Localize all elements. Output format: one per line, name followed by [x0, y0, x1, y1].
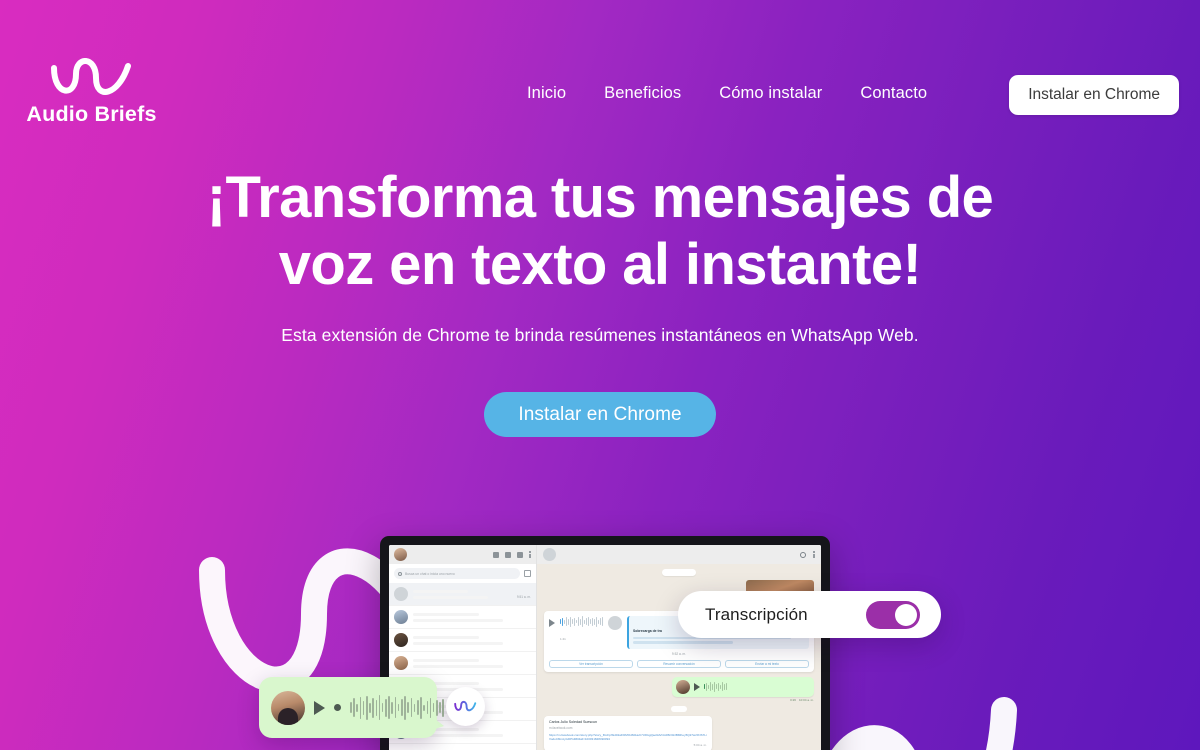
brand-logo[interactable]: Audio Briefs: [26, 58, 157, 127]
page-title-line-2: voz en texto al instante!: [278, 232, 922, 298]
transcription-action-buttons: Ver transcripción Resumir conversación E…: [549, 659, 809, 668]
chat-preview: [413, 589, 512, 599]
list-item[interactable]: [389, 629, 536, 652]
whatsapp-sidebar-header: [389, 545, 536, 564]
quoted-summary-title: Sobrecarga de tra: [633, 629, 662, 633]
status-icon[interactable]: [505, 551, 511, 558]
main-nav: Inicio Beneficios Cómo instalar Contacto: [527, 84, 927, 103]
play-icon[interactable]: [314, 700, 325, 715]
brand-name: Audio Briefs: [26, 102, 157, 126]
list-item[interactable]: [389, 606, 536, 629]
hero-subtitle: Esta extensión de Chrome te brinda resúm…: [281, 324, 919, 345]
avatar: [676, 679, 690, 694]
laptop-mockup: Busca un chat o inicia uno nuevo 9:51 a.…: [380, 536, 830, 750]
play-icon[interactable]: [694, 682, 700, 691]
site-header: Audio Briefs Inicio Beneficios Cómo inst…: [0, 0, 1200, 190]
avatar: [394, 610, 408, 624]
chat-meta: 9:51 a. m.: [517, 585, 531, 603]
chat-preview: [413, 635, 531, 645]
message-timestamp: 5:04 a. m.: [693, 743, 707, 748]
link-preview-card[interactable]: Carlos Julio Soledad Suescun m.facebook.…: [544, 715, 712, 750]
audio-wave-icon: [454, 700, 477, 712]
logo-badge: [446, 687, 485, 726]
audio-waveform-icon: [350, 695, 445, 721]
audio-player[interactable]: 1:41: [560, 616, 603, 645]
nav-item-inicio[interactable]: Inicio: [527, 84, 566, 103]
date-separator: [671, 705, 687, 712]
channels-icon[interactable]: [517, 551, 523, 558]
avatar: [271, 690, 305, 725]
avatar[interactable]: [543, 548, 556, 561]
avatar: [394, 656, 408, 670]
nav-item-como-instalar[interactable]: Cómo instalar: [719, 84, 822, 103]
avatar: [608, 616, 622, 630]
avatar: [394, 633, 408, 647]
playhead-handle[interactable]: [334, 704, 341, 711]
avatar: [394, 587, 408, 601]
link-url: https://m.facebook.com/story.php?story_f…: [549, 732, 707, 742]
audio-duration: 1:41: [560, 637, 566, 641]
overflow-menu-icon[interactable]: [813, 551, 815, 558]
message-timestamp: 10:04 a. m.: [798, 697, 814, 702]
search-icon[interactable]: [800, 551, 806, 558]
action-button-ver-transcripcion[interactable]: Ver transcripción: [549, 659, 633, 668]
whatsapp-chat-header: [537, 545, 821, 564]
sidebar-icon-group: [493, 551, 531, 558]
audio-waveform-icon: [704, 681, 727, 692]
action-button-enviar-texto[interactable]: Enviar a mi texto: [725, 659, 809, 668]
list-item[interactable]: [389, 652, 536, 675]
chat-timestamp: 9:51 a. m.: [516, 595, 531, 599]
search-icon: [398, 571, 402, 576]
transcription-label: Transcripción: [705, 604, 808, 624]
whatsapp-chat-pane: 9:09 p. m.: [537, 545, 821, 750]
chat-preview: [413, 612, 531, 622]
message-timestamp: 9:52 a. m.: [671, 651, 687, 656]
outgoing-voice-message[interactable]: [672, 676, 814, 697]
nav-item-contacto[interactable]: Contacto: [860, 84, 927, 103]
transcription-card: Transcripción: [678, 591, 941, 638]
hero-install-button[interactable]: Instalar en Chrome: [484, 391, 716, 437]
whatsapp-search-row: Busca un chat o inicia uno nuevo: [389, 564, 536, 583]
filter-icon[interactable]: [524, 570, 531, 577]
chat-header-icon-group: [800, 551, 815, 558]
header-install-button[interactable]: Instalar en Chrome: [1009, 75, 1179, 115]
link-domain: m.facebook.com: [549, 725, 573, 730]
chat-preview: [413, 658, 531, 668]
floating-voice-message-bubble: [259, 677, 445, 738]
list-item[interactable]: 9:51 a. m.: [389, 583, 536, 606]
audio-wave-icon: [50, 58, 131, 95]
link-title: Carlos Julio Soledad Suescun: [549, 719, 597, 724]
transcription-toggle[interactable]: [866, 600, 920, 629]
overflow-menu-icon[interactable]: [529, 551, 531, 558]
hero-section: Audio Briefs Inicio Beneficios Cómo inst…: [0, 0, 1200, 750]
nav-item-beneficios[interactable]: Beneficios: [604, 84, 681, 103]
avatar[interactable]: [394, 548, 407, 561]
search-input[interactable]: Busca un chat o inicia uno nuevo: [394, 568, 520, 579]
community-icon[interactable]: [493, 551, 499, 558]
toggle-knob: [895, 603, 917, 626]
audio-duration: 0:26: [790, 697, 796, 702]
action-button-resumir-conversacion[interactable]: Resumir conversación: [637, 659, 721, 668]
search-placeholder: Busca un chat o inicia uno nuevo: [405, 571, 455, 576]
play-icon[interactable]: [549, 619, 555, 627]
date-separator: [662, 569, 696, 576]
audio-waveform-icon: [560, 616, 603, 627]
background-wave-right-icon: [832, 697, 1017, 750]
